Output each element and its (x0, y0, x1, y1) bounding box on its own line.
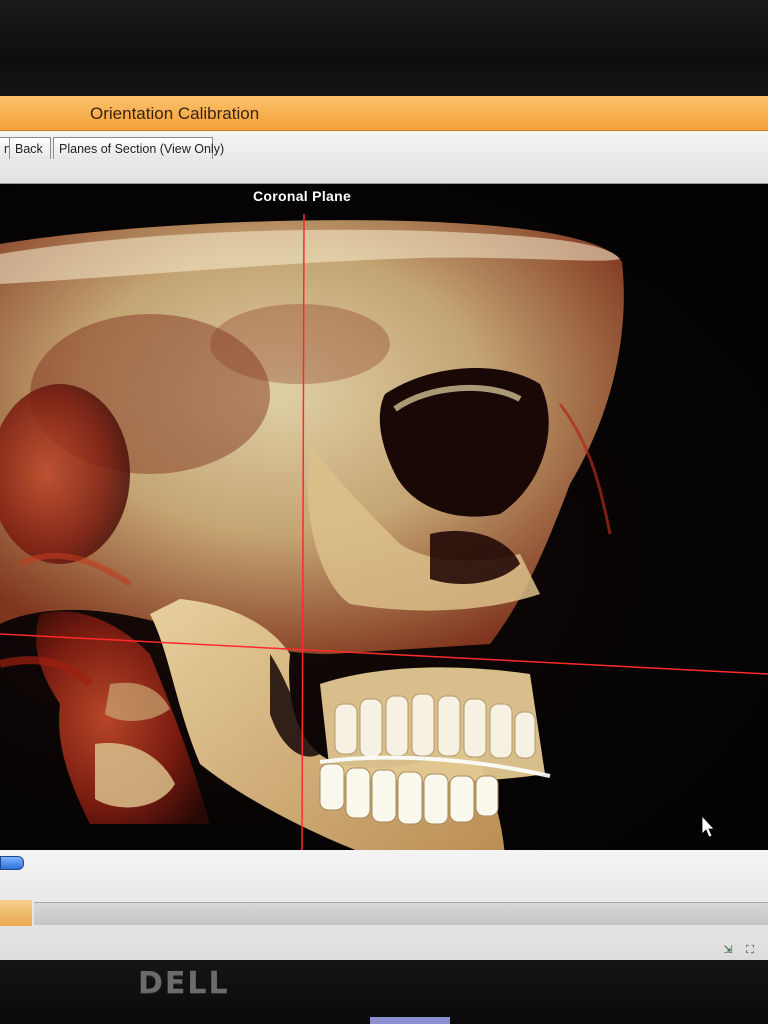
planes-of-section-tab[interactable]: Planes of Section (View Only) (53, 137, 224, 159)
monitor-bezel-top (0, 0, 768, 100)
monitor-screen: Orientation Calibration n Back Planes of… (0, 96, 768, 962)
status-bar: ⇲ ⛶ (0, 850, 768, 962)
plane-label: Coronal Plane (253, 188, 352, 204)
network-icon[interactable]: ⛶ (744, 944, 756, 956)
scroll-indicator[interactable] (0, 856, 24, 870)
back-button[interactable]: Back (9, 137, 51, 159)
toolbar: n Back Planes of Section (View Only) (0, 131, 768, 184)
title-bar: Orientation Calibration (0, 96, 768, 131)
horizontal-scrollbar[interactable] (34, 902, 768, 925)
window-title: Orientation Calibration (90, 104, 260, 123)
expand-icon[interactable]: ⇲ (722, 944, 734, 956)
orange-panel-edge (0, 900, 32, 926)
monitor-brand-logo: DELL (138, 966, 230, 1001)
desk-item (370, 1017, 450, 1024)
mouse-pointer-icon (701, 814, 715, 838)
monitor-bezel-bottom (0, 960, 768, 1024)
skull-render (0, 213, 768, 850)
3d-render-viewport[interactable]: Coronal Plane (0, 184, 768, 850)
